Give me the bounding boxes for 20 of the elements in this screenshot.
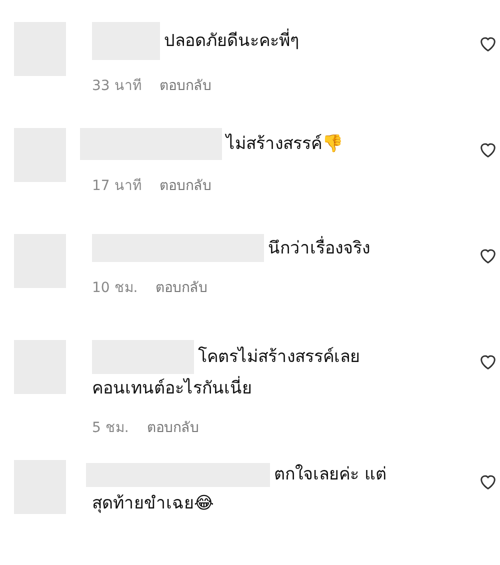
comment-text: โคตรไม่สร้างสรรค์เลย [198, 347, 360, 367]
reply-button[interactable]: ตอบกลับ [156, 276, 208, 298]
comment-text: ไม่สร้างสรรค์👎 [226, 134, 343, 154]
comment-text: ปลอดภัยดีนะคะพี่ๆ [164, 31, 299, 51]
comment-time: 5 ชม. [92, 419, 129, 438]
comment-text: ตกใจเลยค่ะ แต่ [274, 464, 386, 485]
heart-icon[interactable] [478, 34, 498, 54]
comment-time: 33 นาที [92, 77, 142, 96]
heart-icon[interactable] [478, 352, 498, 372]
reply-button[interactable]: ตอบกลับ [146, 416, 199, 438]
comment-text: สุดท้ายขำเฉย😂 [92, 493, 214, 514]
reply-button[interactable]: ตอบกลับ [159, 74, 212, 96]
heart-icon[interactable] [478, 140, 498, 160]
comment-time: 17 นาที [92, 177, 142, 196]
reply-button[interactable]: ตอบกลับ [159, 174, 212, 196]
comment-text: คอนเทนต์อะไรกันเนี่ย [92, 378, 252, 398]
comment-text: นึกว่าเรื่องจริง [268, 238, 370, 258]
heart-icon[interactable] [478, 472, 498, 492]
heart-icon[interactable] [478, 246, 498, 266]
comment-time: 10 ชม. [92, 279, 138, 298]
